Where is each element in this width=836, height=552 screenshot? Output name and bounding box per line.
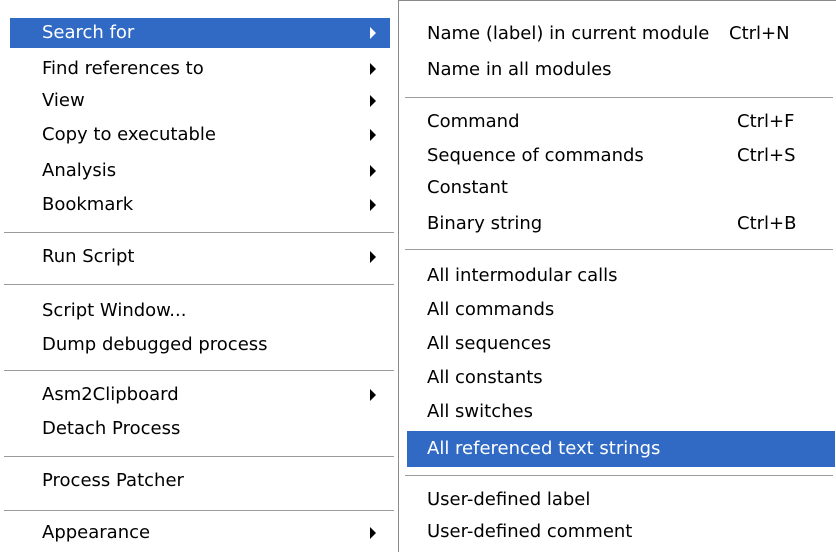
menu-item-constant[interactable]: Constant <box>407 173 835 203</box>
menu-item-process-patcher[interactable]: Process Patcher <box>10 466 390 496</box>
menu-item-all-constants[interactable]: All constants <box>407 363 835 393</box>
menu-item-sequence-of-commands[interactable]: Sequence of commands Ctrl+S <box>407 141 835 171</box>
menu-item-label: All referenced text strings <box>427 438 661 459</box>
menu-item-view[interactable]: View <box>10 86 390 116</box>
submenu-arrow-icon <box>370 199 376 211</box>
shortcut-label: Ctrl+F <box>737 111 795 132</box>
menu-item-name-in-current-module[interactable]: Name (label) in current module Ctrl+N <box>407 19 835 49</box>
menu-item-script-window[interactable]: Script Window... <box>10 296 390 326</box>
shortcut-label: Ctrl+B <box>737 213 797 234</box>
menu-item-asm2clipboard[interactable]: Asm2Clipboard <box>10 380 390 410</box>
submenu-arrow-icon <box>370 527 376 539</box>
menu-item-label: Bookmark <box>42 194 134 215</box>
shortcut-label: Ctrl+S <box>737 145 796 166</box>
menu-item-command[interactable]: Command Ctrl+F <box>407 107 835 137</box>
search-for-submenu: Name (label) in current module Ctrl+N Na… <box>398 0 836 552</box>
submenu-arrow-icon <box>370 27 376 39</box>
menu-item-label: User-defined label <box>427 489 591 510</box>
menu-item-label: Sequence of commands <box>427 145 644 166</box>
menu-item-label: Run Script <box>42 246 135 267</box>
menu-item-label: Command <box>427 111 520 132</box>
menu-item-name-in-all-modules[interactable]: Name in all modules <box>407 55 835 85</box>
menu-item-label: Binary string <box>427 213 543 234</box>
menu-item-binary-string[interactable]: Binary string Ctrl+B <box>407 209 835 239</box>
menu-item-label: All intermodular calls <box>427 265 618 286</box>
submenu-arrow-icon <box>370 129 376 141</box>
menu-item-label: All commands <box>427 299 555 320</box>
menu-item-label: User-defined comment <box>427 521 633 542</box>
menu-item-all-intermodular-calls[interactable]: All intermodular calls <box>407 261 835 291</box>
menu-item-label: Analysis <box>42 160 117 181</box>
menu-item-find-references-to[interactable]: Find references to <box>10 54 390 84</box>
menu-item-label: All switches <box>427 401 533 422</box>
context-menu: Search for Find references to View Copy … <box>0 0 398 552</box>
menu-item-label: Appearance <box>42 522 151 543</box>
menu-item-analysis[interactable]: Analysis <box>10 156 390 186</box>
menu-separator <box>4 456 394 458</box>
menu-separator <box>4 284 394 286</box>
menu-item-all-sequences[interactable]: All sequences <box>407 329 835 359</box>
menu-item-bookmark[interactable]: Bookmark <box>10 190 390 220</box>
menu-item-all-referenced-text-strings[interactable]: All referenced text strings <box>407 431 835 467</box>
submenu-arrow-icon <box>370 251 376 263</box>
menu-separator <box>405 249 833 251</box>
menu-item-label: View <box>42 90 85 111</box>
menu-item-label: Process Patcher <box>42 470 184 491</box>
shortcut-label: Ctrl+N <box>729 23 790 44</box>
menu-separator <box>405 97 833 99</box>
submenu-arrow-icon <box>370 95 376 107</box>
submenu-arrow-icon <box>370 63 376 75</box>
menu-separator <box>4 510 394 512</box>
menu-item-label: Detach Process <box>42 418 181 439</box>
menu-item-label: All constants <box>427 367 543 388</box>
menu-item-label: Find references to <box>42 58 204 79</box>
menu-item-detach-process[interactable]: Detach Process <box>10 414 390 444</box>
menu-item-label: Name in all modules <box>427 59 612 80</box>
menu-item-label: Constant <box>427 177 508 198</box>
menu-item-appearance[interactable]: Appearance <box>10 518 390 548</box>
menu-item-label: Copy to executable <box>42 124 216 145</box>
menu-item-run-script[interactable]: Run Script <box>10 242 390 272</box>
menu-item-search-for[interactable]: Search for <box>10 18 390 48</box>
menu-item-user-defined-label[interactable]: User-defined label <box>407 485 835 515</box>
menu-separator <box>4 370 394 372</box>
menu-separator <box>405 475 833 477</box>
menu-item-label: Dump debugged process <box>42 334 268 355</box>
menu-item-label: All sequences <box>427 333 552 354</box>
menu-item-label: Asm2Clipboard <box>42 384 179 405</box>
submenu-arrow-icon <box>370 389 376 401</box>
submenu-arrow-icon <box>370 165 376 177</box>
menu-item-user-defined-comment[interactable]: User-defined comment <box>407 517 835 547</box>
menu-item-all-switches[interactable]: All switches <box>407 397 835 427</box>
menu-item-label: Script Window... <box>42 300 187 321</box>
menu-item-copy-to-executable[interactable]: Copy to executable <box>10 120 390 150</box>
menu-item-dump-debugged-process[interactable]: Dump debugged process <box>10 330 390 360</box>
menu-item-label: Name (label) in current module <box>427 23 710 44</box>
menu-separator <box>4 232 394 234</box>
menu-item-all-commands[interactable]: All commands <box>407 295 835 325</box>
menu-item-label: Search for <box>42 22 135 43</box>
